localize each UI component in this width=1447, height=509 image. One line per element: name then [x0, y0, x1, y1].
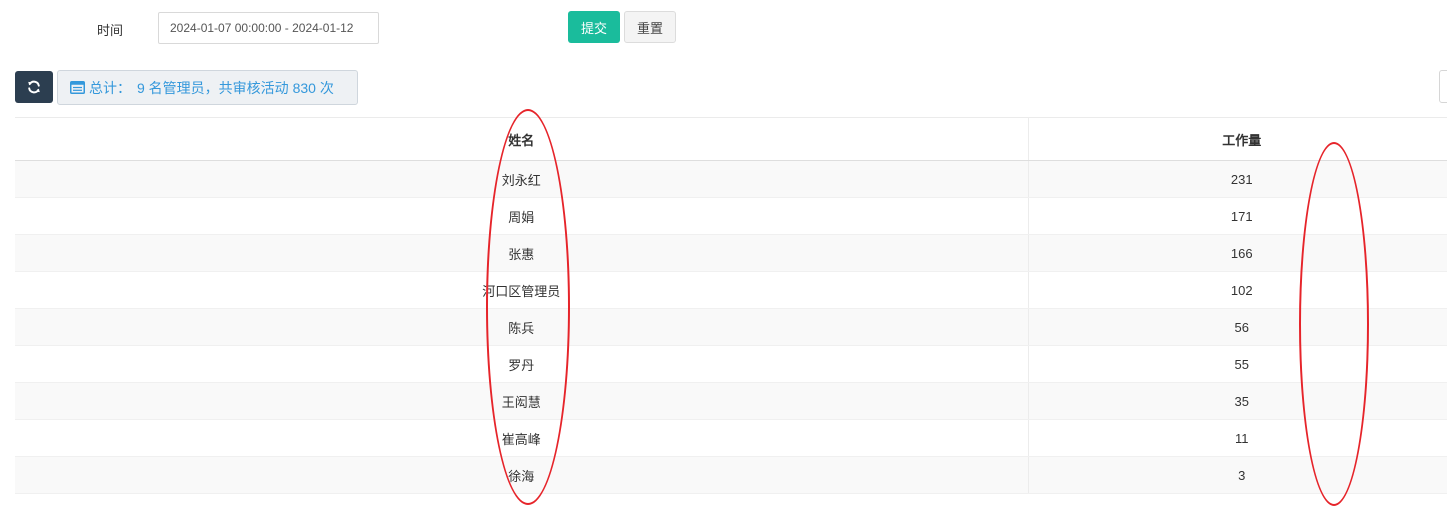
cell-workload: 171	[1028, 197, 1447, 235]
column-header-name[interactable]: 姓名	[15, 117, 1029, 161]
cell-name: 陈兵	[15, 308, 1029, 346]
workload-table: 姓名 工作量 刘永红 231 周娟 171 张惠 166 河口区管理员 102	[15, 117, 1447, 494]
column-header-workload[interactable]: 工作量	[1028, 117, 1447, 161]
refresh-icon	[27, 80, 41, 94]
time-label: 时间	[97, 23, 124, 38]
cell-workload: 102	[1028, 271, 1447, 309]
table-row: 罗丹 55	[15, 345, 1447, 383]
cell-name: 河口区管理员	[15, 271, 1029, 309]
summary-label: 总计：	[89, 79, 131, 96]
table-header-row: 姓名 工作量	[15, 117, 1447, 161]
table-row: 刘永红 231	[15, 160, 1447, 198]
cell-workload: 35	[1028, 382, 1447, 420]
table-row: 陈兵 56	[15, 308, 1447, 346]
refresh-button[interactable]	[15, 71, 53, 103]
cell-workload: 11	[1028, 419, 1447, 457]
cell-name: 罗丹	[15, 345, 1029, 383]
table-row: 张惠 166	[15, 234, 1447, 272]
summary-bar[interactable]: 总计： 9 名管理员，共审核活动 830 次	[57, 70, 358, 105]
reset-button[interactable]: 重置	[624, 11, 676, 43]
date-range-input[interactable]	[158, 12, 379, 44]
cell-workload: 55	[1028, 345, 1447, 383]
table-icon	[70, 81, 85, 94]
cell-name: 刘永红	[15, 160, 1029, 198]
cell-name: 徐海	[15, 456, 1029, 494]
table-row: 周娟 171	[15, 197, 1447, 235]
cell-workload: 3	[1028, 456, 1447, 494]
cell-name: 崔高峰	[15, 419, 1029, 457]
table-row: 河口区管理员 102	[15, 271, 1447, 309]
toolbar-right-button[interactable]	[1439, 70, 1447, 103]
table-row: 徐海 3	[15, 456, 1447, 494]
page: 时间 提交 重置 总计： 9 名管理员，共审核活动 830 次	[0, 0, 1447, 509]
cell-name: 王闳慧	[15, 382, 1029, 420]
submit-button[interactable]: 提交	[568, 11, 620, 43]
cell-workload: 56	[1028, 308, 1447, 346]
cell-workload: 166	[1028, 234, 1447, 272]
summary-text: 9 名管理员，共审核活动 830 次	[137, 79, 334, 96]
cell-workload: 231	[1028, 160, 1447, 198]
cell-name: 张惠	[15, 234, 1029, 272]
cell-name: 周娟	[15, 197, 1029, 235]
table-row: 崔高峰 11	[15, 419, 1447, 457]
table-row: 王闳慧 35	[15, 382, 1447, 420]
